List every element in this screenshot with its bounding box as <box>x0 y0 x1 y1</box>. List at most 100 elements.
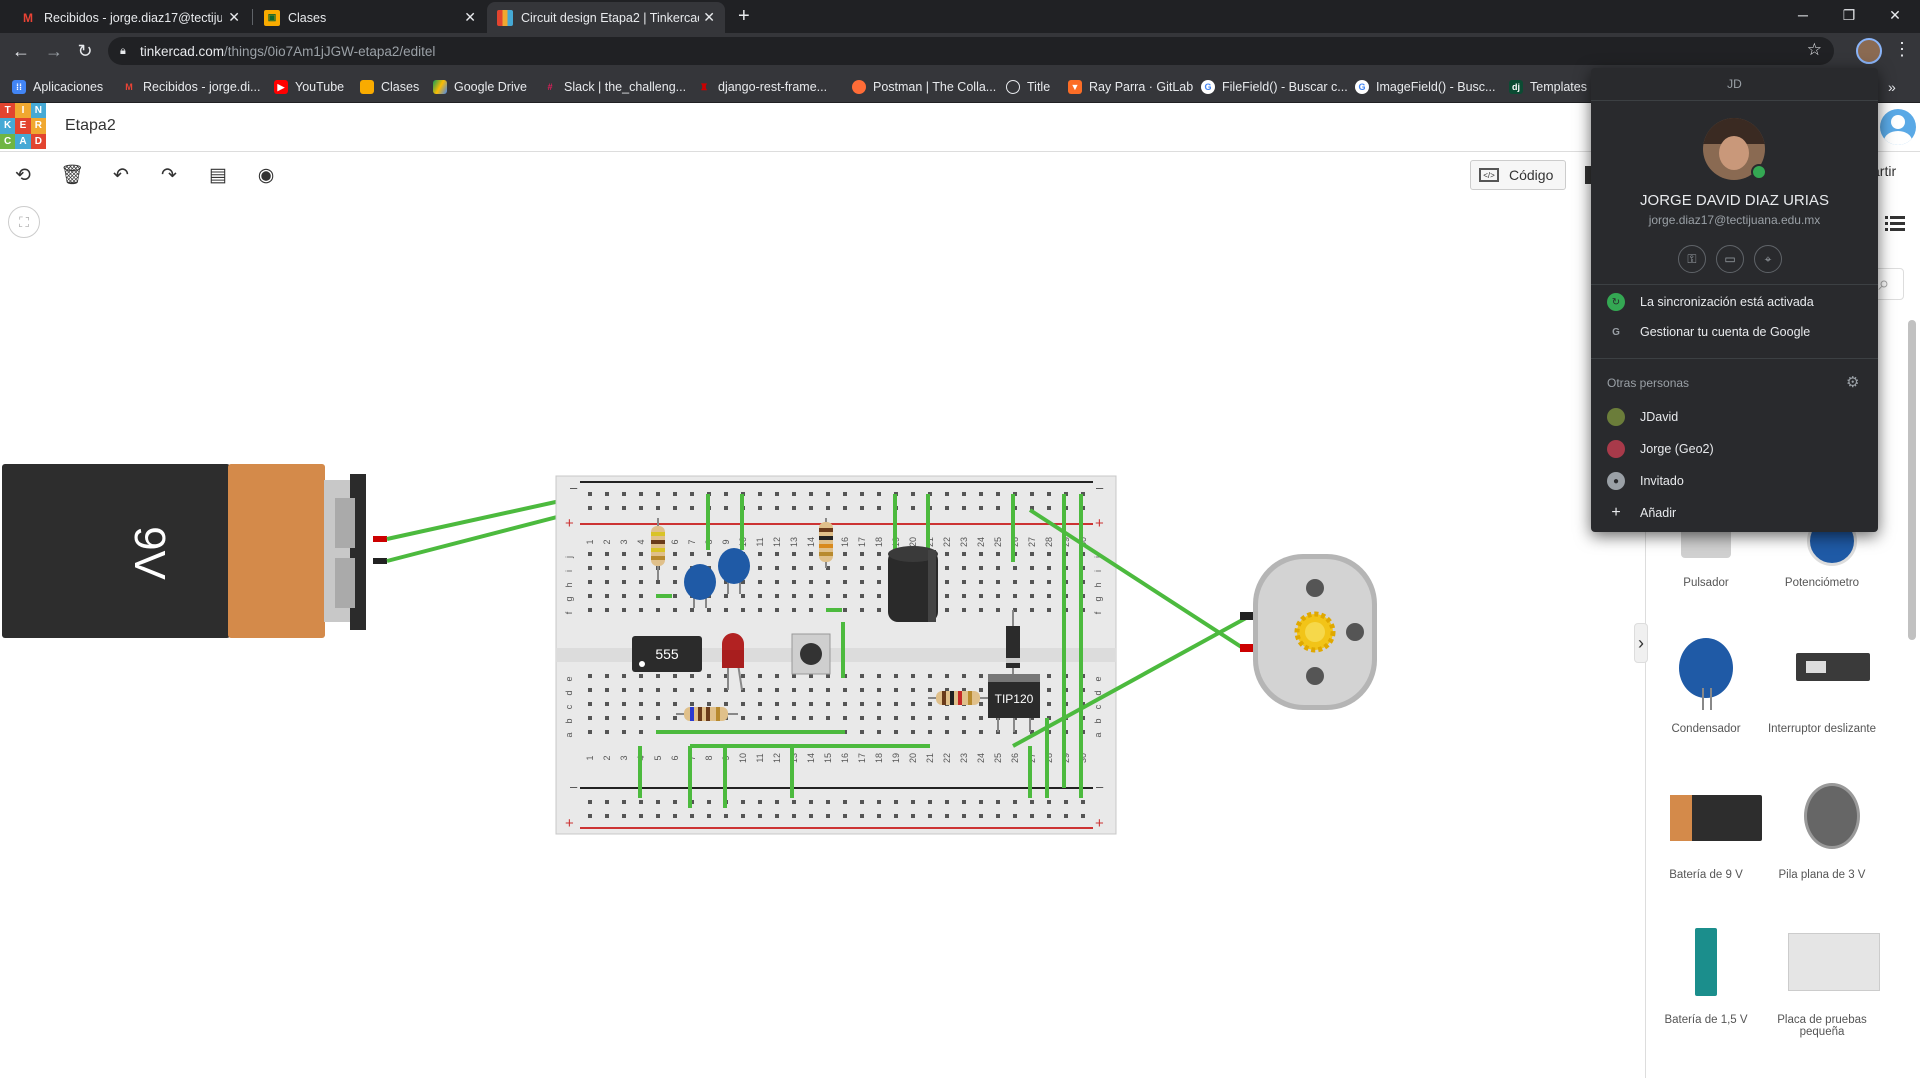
breadboard-hole[interactable] <box>639 814 643 818</box>
breadboard-hole[interactable] <box>775 492 779 496</box>
breadboard-hole[interactable] <box>843 608 847 612</box>
breadboard-hole[interactable] <box>911 716 915 720</box>
breadboard-hole[interactable] <box>1047 552 1051 556</box>
breadboard-hole[interactable] <box>673 800 677 804</box>
breadboard-hole[interactable] <box>911 800 915 804</box>
breadboard-hole[interactable] <box>979 492 983 496</box>
redo-icon[interactable]: ↷ <box>156 162 182 188</box>
breadboard-hole[interactable] <box>826 594 830 598</box>
breadboard-hole[interactable] <box>962 814 966 818</box>
breadboard-hole[interactable] <box>673 594 677 598</box>
breadboard-hole[interactable] <box>928 702 932 706</box>
circuit-canvas[interactable]: ⛶ 9V 11223344556677889910101111121213131… <box>0 198 1645 1078</box>
breadboard-hole[interactable] <box>809 702 813 706</box>
collapse-panel-icon[interactable]: › <box>1634 623 1648 663</box>
breadboard-hole[interactable] <box>639 608 643 612</box>
breadboard-hole[interactable] <box>1047 814 1051 818</box>
breadboard-hole[interactable] <box>673 580 677 584</box>
breadboard-hole[interactable] <box>945 552 949 556</box>
breadboard-hole[interactable] <box>758 716 762 720</box>
breadboard-hole[interactable] <box>758 492 762 496</box>
breadboard-hole[interactable] <box>605 688 609 692</box>
close-icon[interactable]: ✕ <box>703 9 715 26</box>
breadboard-hole[interactable] <box>1030 814 1034 818</box>
breadboard-hole[interactable] <box>894 716 898 720</box>
breadboard-hole[interactable] <box>826 506 830 510</box>
breadboard-hole[interactable] <box>673 716 677 720</box>
bookmark-clases[interactable]: Clases <box>360 77 419 97</box>
breadboard-hole[interactable] <box>809 506 813 510</box>
breadboard-hole[interactable] <box>673 506 677 510</box>
breadboard-hole[interactable] <box>792 608 796 612</box>
component-label[interactable]: Placa de pruebas pequeña <box>1763 1014 1881 1038</box>
battery-9v-thumbnail[interactable] <box>1670 795 1762 841</box>
list-view-icon[interactable] <box>1885 215 1905 231</box>
breadboard-hole[interactable] <box>588 492 592 496</box>
breadboard-hole[interactable] <box>673 674 677 678</box>
bookmark-star-icon[interactable]: ☆ <box>1807 40 1822 60</box>
breadboard-hole[interactable] <box>979 800 983 804</box>
breadboard-hole[interactable] <box>639 580 643 584</box>
breadboard-hole[interactable] <box>928 716 932 720</box>
add-person[interactable]: + Añadir <box>1607 503 1676 523</box>
breadboard-hole[interactable] <box>758 506 762 510</box>
component-label[interactable]: Pila plana de 3 V <box>1763 869 1881 881</box>
breadboard-hole[interactable] <box>656 702 660 706</box>
breadboard-hole[interactable] <box>809 814 813 818</box>
breadboard-hole[interactable] <box>894 674 898 678</box>
breadboard-hole[interactable] <box>639 674 643 678</box>
restore-icon[interactable]: ❐ <box>1826 0 1872 30</box>
breadboard-hole[interactable] <box>639 730 643 734</box>
breadboard-hole[interactable] <box>690 552 694 556</box>
breadboard-hole[interactable] <box>656 608 660 612</box>
breadboard-hole[interactable] <box>996 800 1000 804</box>
notes-icon[interactable]: ▤ <box>205 162 231 188</box>
breadboard-hole[interactable] <box>860 674 864 678</box>
breadboard-hole[interactable] <box>877 674 881 678</box>
key-icon[interactable]: ⚿ <box>1678 245 1706 273</box>
component-label[interactable]: Condensador <box>1647 723 1765 735</box>
breadboard-hole[interactable] <box>605 506 609 510</box>
breadboard-hole[interactable] <box>690 608 694 612</box>
breadboard-hole[interactable] <box>945 608 949 612</box>
capacitor-thumbnail[interactable] <box>1679 638 1733 698</box>
breadboard-hole[interactable] <box>979 814 983 818</box>
breadboard-hole[interactable] <box>843 492 847 496</box>
breadboard-hole[interactable] <box>673 702 677 706</box>
breadboard-hole[interactable] <box>928 730 932 734</box>
undo-icon[interactable]: ↶ <box>108 162 134 188</box>
breadboard-hole[interactable] <box>860 800 864 804</box>
breadboard-hole[interactable] <box>1013 580 1017 584</box>
bookmark-title[interactable]: Title <box>1006 77 1050 97</box>
breadboard-hole[interactable] <box>945 566 949 570</box>
breadboard-hole[interactable] <box>605 580 609 584</box>
breadboard-hole[interactable] <box>860 814 864 818</box>
breadboard-hole[interactable] <box>741 702 745 706</box>
breadboard-hole[interactable] <box>877 688 881 692</box>
breadboard-hole[interactable] <box>962 594 966 598</box>
breadboard-hole[interactable] <box>741 594 745 598</box>
breadboard-hole[interactable] <box>945 716 949 720</box>
dc-motor[interactable] <box>1240 554 1377 710</box>
component-label[interactable]: Batería de 9 V <box>1647 869 1765 881</box>
breadboard-hole[interactable] <box>588 594 592 598</box>
breadboard-hole[interactable] <box>707 674 711 678</box>
breadboard-hole[interactable] <box>639 702 643 706</box>
forward-icon[interactable]: → <box>42 39 66 63</box>
breadboard-hole[interactable] <box>962 608 966 612</box>
breadboard-hole[interactable] <box>656 674 660 678</box>
breadboard-hole[interactable] <box>588 814 592 818</box>
breadboard-hole[interactable] <box>639 594 643 598</box>
breadboard-hole[interactable] <box>962 716 966 720</box>
breadboard-hole[interactable] <box>928 800 932 804</box>
breadboard-hole[interactable] <box>843 716 847 720</box>
breadboard-hole[interactable] <box>775 566 779 570</box>
gear-icon[interactable]: ⚙ <box>1846 373 1859 391</box>
breadboard-hole[interactable] <box>588 716 592 720</box>
bookmark-apps[interactable]: ⁞⁞ Aplicaciones <box>12 77 103 97</box>
breadboard-hole[interactable] <box>945 730 949 734</box>
breadboard-hole[interactable] <box>1030 492 1034 496</box>
breadboard-hole[interactable] <box>962 800 966 804</box>
breadboard-hole[interactable] <box>860 566 864 570</box>
breadboard-hole[interactable] <box>605 552 609 556</box>
